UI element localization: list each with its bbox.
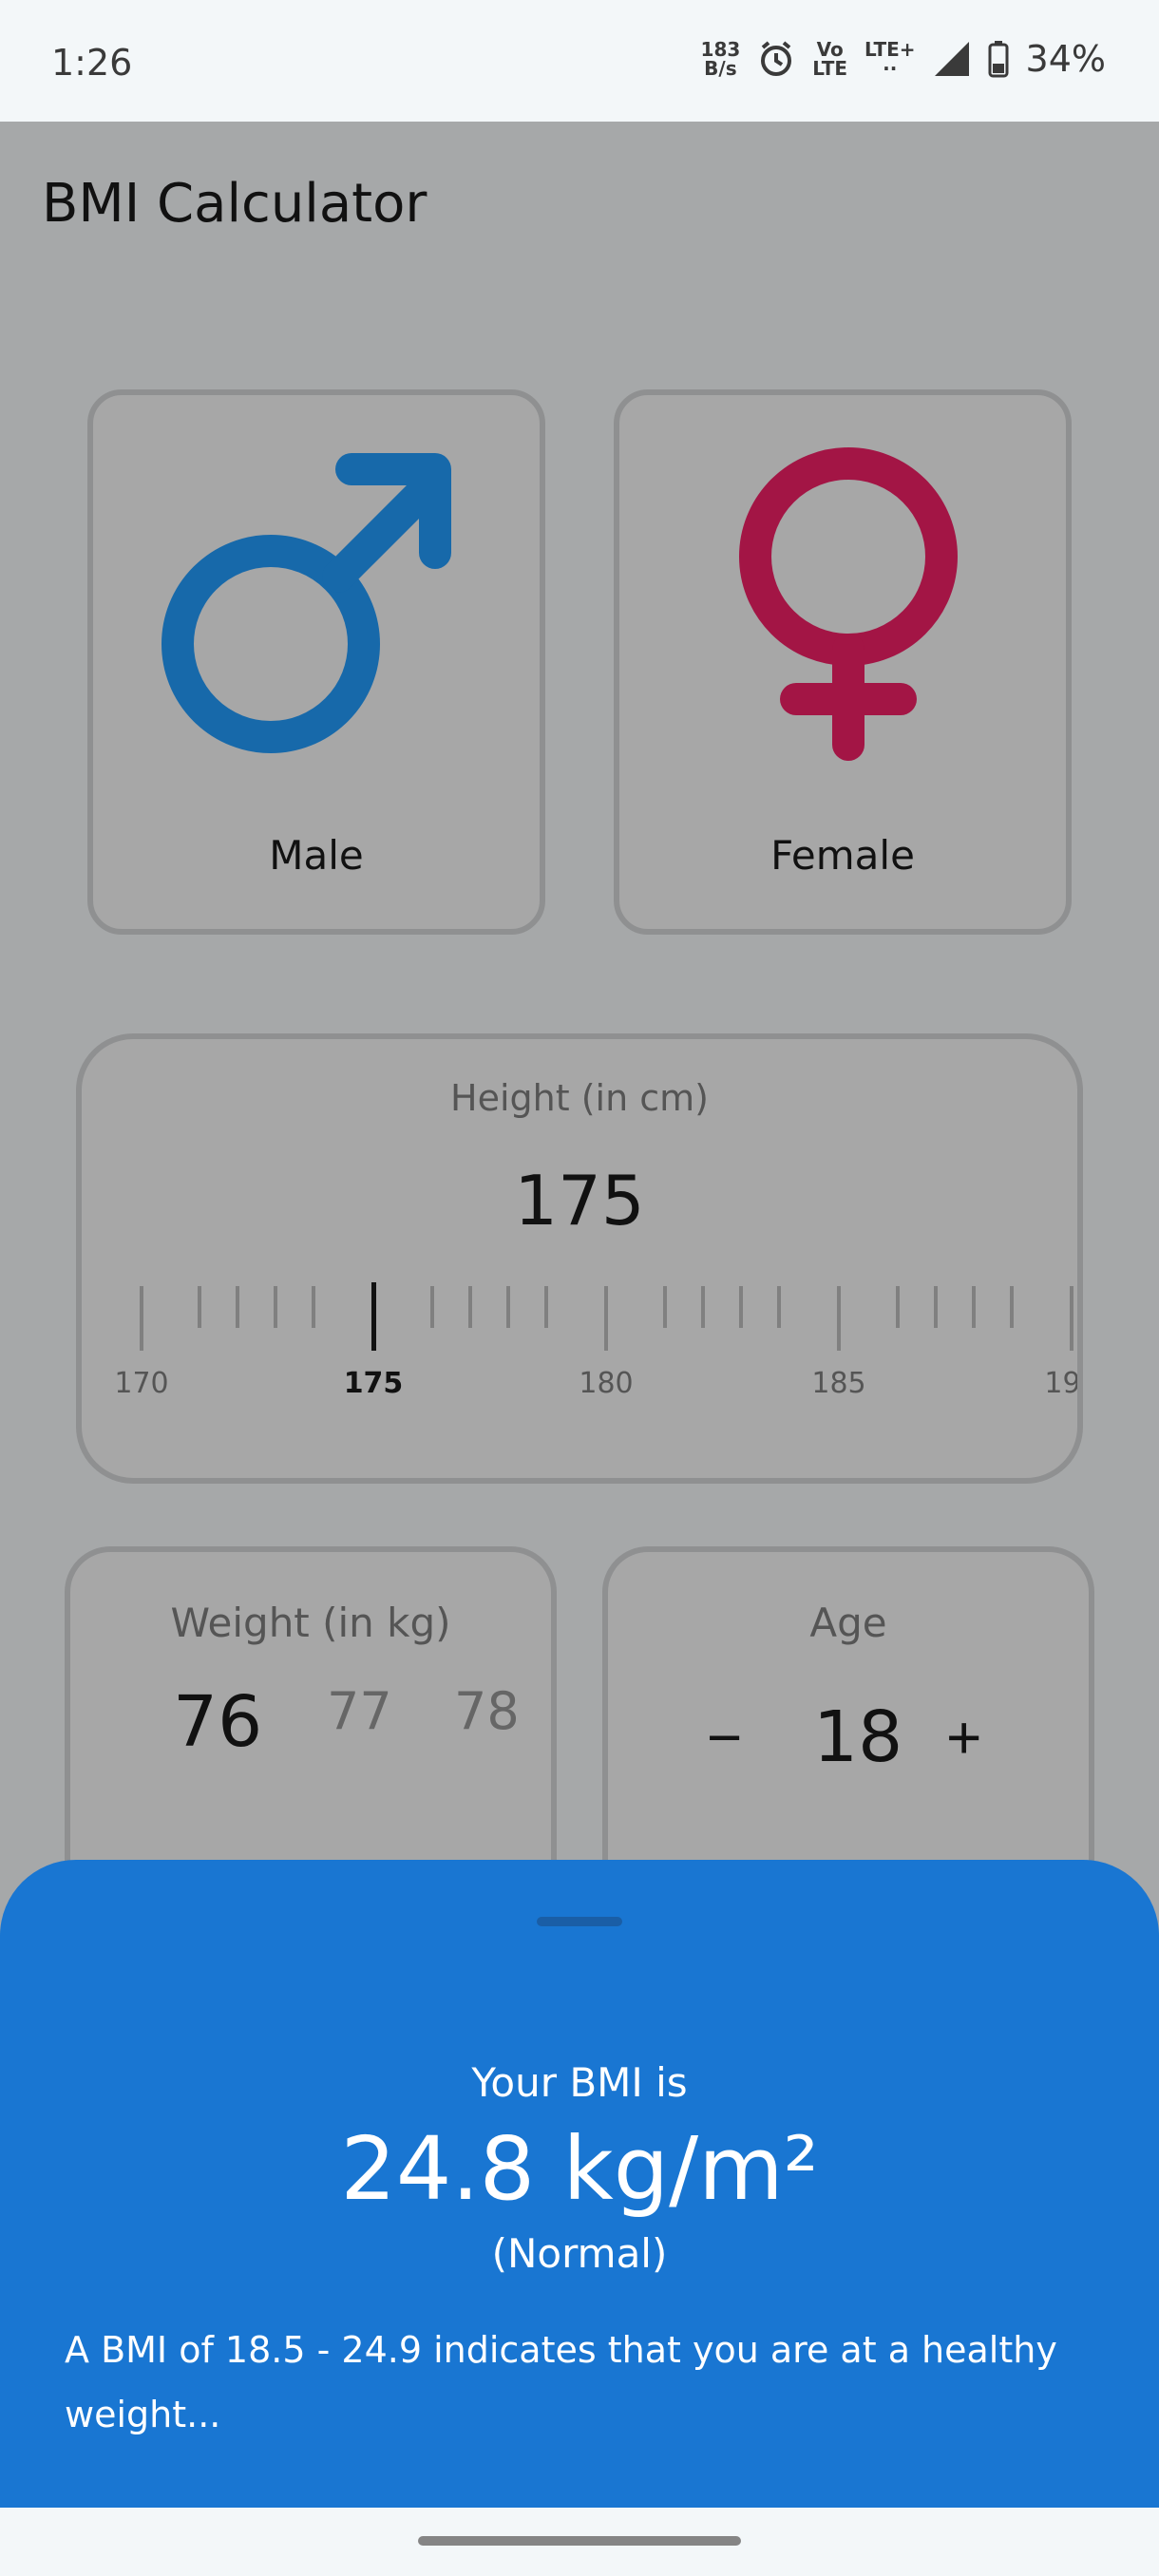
bmi-result-sheet[interactable]: Your BMI is 24.8 kg/m² (Normal) A BMI of… <box>0 1860 1159 2511</box>
ruler-tick <box>777 1286 781 1328</box>
ruler-label: 190 <box>1044 1367 1081 1400</box>
age-decrement-button[interactable]: − <box>707 1702 742 1772</box>
lte-indicator: LTE+ ·· <box>864 40 916 78</box>
status-bar: 1:26 183 B/s Vo LTE LTE+ ·· 34% <box>0 0 1159 122</box>
ruler-tick <box>506 1286 510 1328</box>
home-indicator[interactable] <box>418 2536 741 2546</box>
male-card[interactable]: Male <box>87 389 545 935</box>
ruler-tick-selected <box>371 1282 376 1351</box>
female-card[interactable]: Female <box>614 389 1072 935</box>
female-icon <box>739 447 958 761</box>
ruler-tick <box>1070 1286 1074 1351</box>
ruler-label: 185 <box>811 1367 866 1400</box>
ruler-tick <box>934 1286 938 1328</box>
ruler-tick <box>236 1286 239 1328</box>
age-title: Age <box>809 1600 887 1646</box>
male-label: Male <box>269 832 364 879</box>
bmi-description: A BMI of 18.5 - 24.9 indicates that you … <box>65 2329 1057 2435</box>
battery-percent: 34% <box>1025 38 1106 80</box>
ruler-tick <box>972 1286 976 1328</box>
age-value: 18 <box>813 1696 903 1778</box>
bmi-label: Your BMI is <box>471 2059 688 2106</box>
weight-option: 77 <box>327 1681 392 1741</box>
ruler-label: 170 <box>114 1367 169 1400</box>
weight-option: 78 <box>454 1681 520 1741</box>
ruler-tick <box>544 1286 548 1328</box>
ruler-label: 180 <box>579 1367 634 1400</box>
lte-dots: ·· <box>883 57 898 80</box>
network-speed-unit: B/s <box>704 57 737 80</box>
height-ruler[interactable]: 170 175 180 185 190 <box>82 1039 1077 1478</box>
female-label: Female <box>770 832 915 879</box>
ruler-tick <box>198 1286 201 1328</box>
age-increment-button[interactable]: + <box>946 1702 981 1772</box>
bmi-value: 24.8 kg/m² <box>340 2118 819 2220</box>
volte-label-top: Vo <box>816 38 844 61</box>
ruler-tick <box>896 1286 900 1328</box>
volte-label-bottom: LTE <box>812 57 848 80</box>
status-icons: 183 B/s Vo LTE LTE+ ·· 34% <box>701 38 1106 80</box>
height-card: Height (in cm) 175 170 175 180 185 190 <box>76 1033 1083 1484</box>
ruler-tick <box>1010 1286 1014 1328</box>
app-title: BMI Calculator <box>42 173 428 235</box>
network-speed-value: 183 <box>700 38 741 61</box>
battery-icon <box>988 41 1009 78</box>
network-speed: 183 B/s <box>701 40 741 78</box>
ruler-tick <box>430 1286 434 1328</box>
lte-label: LTE+ <box>864 38 916 61</box>
navigation-bar <box>0 2508 1159 2576</box>
ruler-tick <box>837 1286 841 1351</box>
ruler-label-selected: 175 <box>343 1367 404 1400</box>
sheet-drag-handle[interactable] <box>537 1917 622 1926</box>
ruler-tick <box>468 1286 472 1328</box>
ruler-tick <box>274 1286 277 1328</box>
ruler-tick <box>739 1286 743 1328</box>
volte-indicator: Vo LTE <box>812 40 847 78</box>
ruler-tick <box>604 1286 608 1351</box>
ruler-tick <box>701 1286 705 1328</box>
weight-selected-value: 76 <box>173 1681 263 1763</box>
male-icon <box>162 453 451 753</box>
alarm-icon <box>761 41 792 76</box>
bmi-category: (Normal) <box>491 2230 668 2277</box>
ruler-tick <box>663 1286 667 1328</box>
ruler-tick <box>140 1286 143 1351</box>
status-time: 1:26 <box>51 42 133 84</box>
ruler-tick <box>312 1286 315 1328</box>
signal-icon <box>934 42 969 76</box>
